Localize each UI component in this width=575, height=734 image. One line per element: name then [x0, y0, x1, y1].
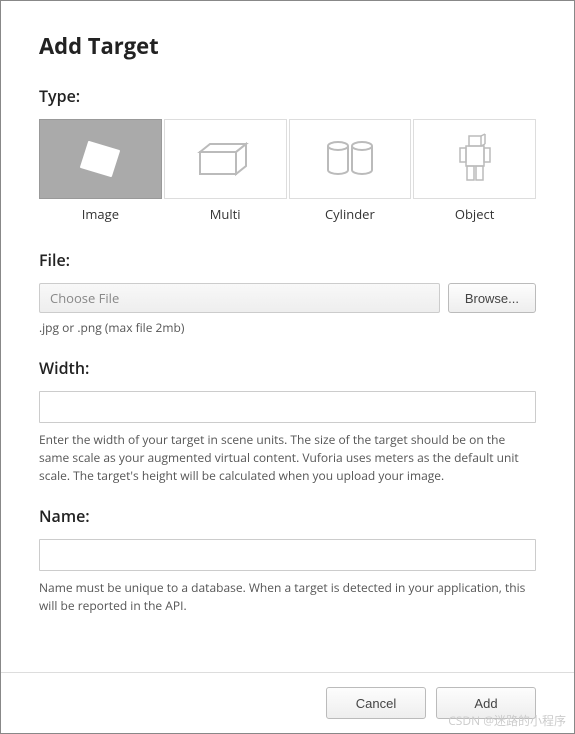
type-option-object[interactable]: Object	[413, 119, 536, 223]
file-hint: .jpg or .png (max file 2mb)	[39, 319, 536, 337]
type-option-label: Object	[413, 205, 536, 223]
dialog-title: Add Target	[39, 31, 536, 61]
type-options: Image Multi Cylinder	[39, 119, 536, 223]
browse-button[interactable]: Browse...	[448, 283, 536, 313]
type-option-cylinder[interactable]: Cylinder	[289, 119, 412, 223]
type-option-label: Multi	[164, 205, 287, 223]
name-input[interactable]	[39, 539, 536, 571]
type-option-label: Cylinder	[289, 205, 412, 223]
file-row: Choose File Browse...	[39, 283, 536, 313]
cylinder-icon	[289, 119, 412, 199]
width-input[interactable]	[39, 391, 536, 423]
image-icon	[39, 119, 162, 199]
name-hint: Name must be unique to a database. When …	[39, 579, 536, 615]
type-option-image[interactable]: Image	[39, 119, 162, 223]
object-icon	[413, 119, 536, 199]
dialog-footer: Cancel Add	[1, 672, 574, 733]
type-label: Type:	[39, 85, 536, 107]
type-option-label: Image	[39, 205, 162, 223]
width-label: Width:	[39, 357, 536, 379]
type-option-multi[interactable]: Multi	[164, 119, 287, 223]
add-target-dialog: Add Target Type: Image Multi	[1, 1, 574, 655]
name-label: Name:	[39, 505, 536, 527]
multi-icon	[164, 119, 287, 199]
cancel-button[interactable]: Cancel	[326, 687, 426, 719]
file-display[interactable]: Choose File	[39, 283, 440, 313]
file-label: File:	[39, 249, 536, 271]
add-button[interactable]: Add	[436, 687, 536, 719]
width-hint: Enter the width of your target in scene …	[39, 431, 536, 485]
